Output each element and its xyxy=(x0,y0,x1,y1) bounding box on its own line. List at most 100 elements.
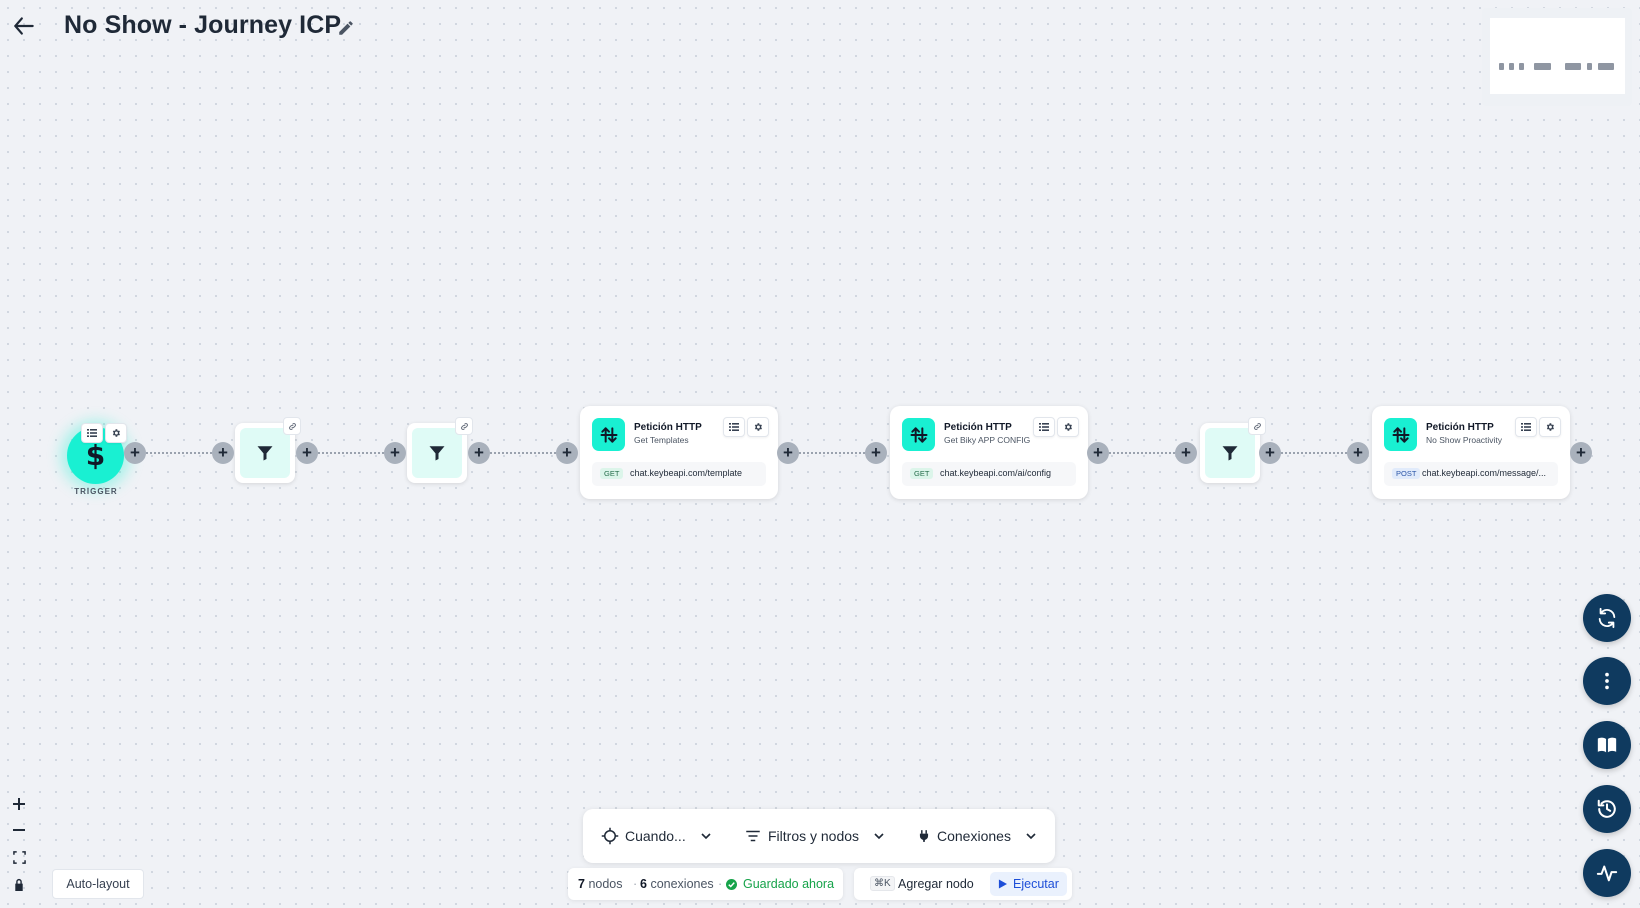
connection-edge[interactable] xyxy=(490,452,556,454)
minimap[interactable] xyxy=(1482,8,1632,106)
fit-view-icon xyxy=(12,850,26,864)
dollar-icon: $ xyxy=(85,439,106,472)
add-node-handle[interactable]: + xyxy=(296,442,318,464)
docs-button[interactable] xyxy=(1583,721,1631,769)
add-node-handle[interactable]: + xyxy=(124,442,146,464)
add-node-button[interactable]: Agregar nodo xyxy=(898,877,974,891)
lock-canvas-button[interactable] xyxy=(6,872,32,896)
filters-nodes-dropdown[interactable]: Filtros y nodos xyxy=(744,809,887,863)
when-label: Cuando... xyxy=(625,828,686,844)
connection-edge[interactable] xyxy=(146,452,212,454)
plus-icon xyxy=(13,798,25,810)
refresh-icon xyxy=(1598,607,1616,629)
node-settings-button[interactable] xyxy=(1539,417,1561,437)
add-node-handle[interactable]: + xyxy=(1570,442,1592,464)
node-subtitle: Get Biky APP CONFIG xyxy=(944,435,1031,445)
history-button[interactable] xyxy=(1583,785,1631,833)
chevron-down-icon xyxy=(874,833,884,840)
add-node-handle[interactable]: + xyxy=(556,442,578,464)
edit-title-button[interactable] xyxy=(334,16,358,40)
add-node-handle[interactable]: + xyxy=(384,442,406,464)
connections-label: Conexiones xyxy=(937,828,1011,844)
add-node-handle[interactable]: + xyxy=(212,442,234,464)
request-url: chat.keybeapi.com/template xyxy=(630,468,743,478)
node-details-button[interactable] xyxy=(723,417,745,437)
node-settings-button[interactable] xyxy=(747,417,769,437)
saved-status: Guardado ahora xyxy=(726,877,834,891)
saved-label: Guardado ahora xyxy=(743,877,835,891)
activity-icon xyxy=(1596,865,1618,882)
http-arrows-icon xyxy=(1384,418,1417,451)
filter-node[interactable] xyxy=(1200,417,1266,483)
refresh-button[interactable] xyxy=(1583,594,1631,642)
book-open-icon xyxy=(1597,737,1617,753)
node-title: Petición HTTP xyxy=(1426,422,1494,433)
link-button[interactable] xyxy=(455,417,473,435)
add-node-handle[interactable]: + xyxy=(1087,442,1109,464)
node-details-button[interactable] xyxy=(1033,417,1055,437)
request-url-row: GET chat.keybeapi.com/ai/config xyxy=(902,462,1076,486)
minimap-viewport xyxy=(1490,18,1625,94)
node-details-button[interactable] xyxy=(81,423,103,443)
link-button[interactable] xyxy=(1248,417,1266,435)
filter-node[interactable] xyxy=(235,417,301,483)
run-button[interactable]: Ejecutar xyxy=(990,872,1067,896)
add-node-handle[interactable]: + xyxy=(1175,442,1197,464)
add-node-handle[interactable]: + xyxy=(865,442,887,464)
http-arrows-icon xyxy=(902,418,935,451)
check-circle-icon xyxy=(726,878,737,890)
http-request-node[interactable]: Petición HTTP Get Biky APP CONFIG GET ch… xyxy=(890,406,1088,499)
zoom-in-button[interactable] xyxy=(6,792,32,816)
page-title: No Show - Journey ICP xyxy=(64,11,342,39)
when-dropdown[interactable]: Cuando... xyxy=(601,809,714,863)
bottom-toolbar: Cuando... Filtros y nodos Conexiones xyxy=(583,809,1055,863)
crosshair-icon xyxy=(601,827,619,845)
lock-icon xyxy=(15,878,23,891)
workflow-stats: 7 nodos · 6 conexiones · Guardado ahora xyxy=(568,868,843,900)
node-details-button[interactable] xyxy=(1515,417,1537,437)
more-options-button[interactable] xyxy=(1583,657,1631,705)
connections-dropdown[interactable]: Conexiones xyxy=(917,809,1039,863)
add-node-handle[interactable]: + xyxy=(468,442,490,464)
gear-icon xyxy=(112,429,120,437)
link-icon xyxy=(460,422,468,430)
add-node-handle[interactable]: + xyxy=(1259,442,1281,464)
auto-layout-button[interactable]: Auto-layout xyxy=(52,869,144,899)
back-button[interactable] xyxy=(8,10,40,42)
http-method-badge: GET xyxy=(910,468,934,479)
funnel-icon xyxy=(429,446,445,461)
node-title: Petición HTTP xyxy=(634,422,702,433)
play-icon xyxy=(998,879,1007,889)
node-subtitle: No Show Proactivity xyxy=(1426,435,1503,445)
http-request-node[interactable]: Petición HTTP Get Templates GET chat.key… xyxy=(580,406,778,499)
pencil-icon xyxy=(339,21,353,35)
http-method-badge: GET xyxy=(600,468,624,479)
link-button[interactable] xyxy=(283,417,301,435)
connection-edge[interactable] xyxy=(318,452,384,454)
connection-edge[interactable] xyxy=(1281,452,1347,454)
plug-icon xyxy=(919,830,929,842)
arrow-left-icon xyxy=(14,17,34,35)
filter-node[interactable] xyxy=(407,417,473,483)
funnel-icon xyxy=(257,446,273,461)
zoom-out-button[interactable] xyxy=(6,818,32,842)
connection-edge[interactable] xyxy=(799,452,865,454)
gear-icon xyxy=(754,423,762,431)
node-settings-button[interactable] xyxy=(1057,417,1079,437)
request-url: chat.keybeapi.com/ai/config xyxy=(940,468,1052,478)
node-settings-button[interactable] xyxy=(105,423,127,443)
connection-edge[interactable] xyxy=(1109,452,1175,454)
shortcut-hint: ⌘K xyxy=(870,876,895,891)
add-node-handle[interactable]: + xyxy=(1347,442,1369,464)
filters-nodes-label: Filtros y nodos xyxy=(768,828,860,844)
http-request-node[interactable]: Petición HTTP No Show Proactivity POST c… xyxy=(1372,406,1570,499)
chevron-down-icon xyxy=(701,833,711,840)
list-icon xyxy=(87,429,97,437)
minus-icon xyxy=(13,829,25,831)
fit-view-button[interactable] xyxy=(6,845,32,869)
activity-button[interactable] xyxy=(1583,849,1631,897)
nodes-count: 7 xyxy=(578,877,585,891)
add-node-handle[interactable]: + xyxy=(777,442,799,464)
request-url-row: GET chat.keybeapi.com/template xyxy=(592,462,766,486)
http-method-badge: POST xyxy=(1392,468,1421,479)
